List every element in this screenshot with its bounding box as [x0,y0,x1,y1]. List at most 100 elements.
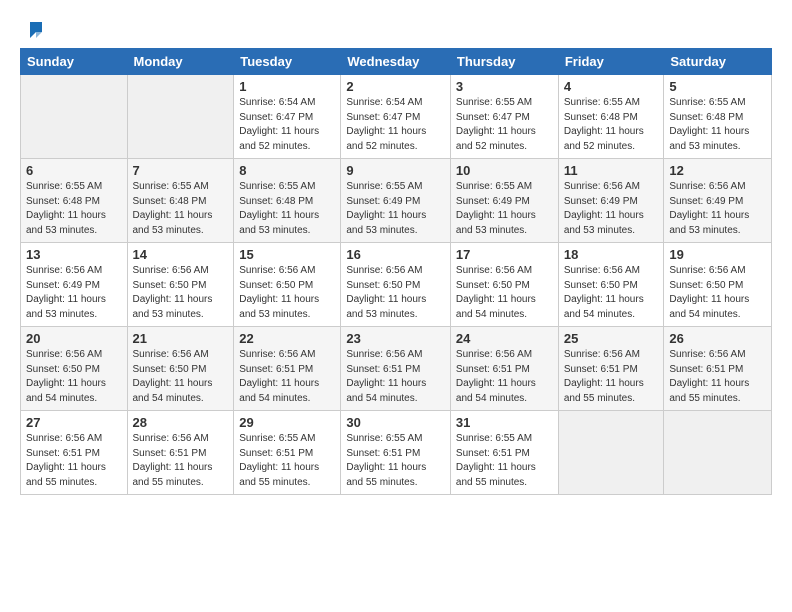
day-number: 25 [564,331,659,346]
day-number: 8 [239,163,335,178]
day-number: 24 [456,331,553,346]
header-row: SundayMondayTuesdayWednesdayThursdayFrid… [21,49,772,75]
calendar-cell: 6 Sunrise: 6:55 AM Sunset: 6:48 PM Daylig… [21,159,128,243]
day-info: Sunrise: 6:56 AM Sunset: 6:51 PM Dayligh… [133,432,229,490]
day-info: Sunrise: 6:56 AM Sunset: 6:50 PM Dayligh… [26,348,122,406]
calendar-cell: 31 Sunrise: 6:55 AM Sunset: 6:51 PM Dayli… [450,411,558,495]
calendar-cell: 29 Sunrise: 6:55 AM Sunset: 6:51 PM Dayli… [234,411,341,495]
day-number: 29 [239,415,335,430]
day-number: 18 [564,247,659,262]
calendar-cell: 2 Sunrise: 6:54 AM Sunset: 6:47 PM Daylig… [341,75,451,159]
page: SundayMondayTuesdayWednesdayThursdayFrid… [0,0,792,612]
day-info: Sunrise: 6:56 AM Sunset: 6:50 PM Dayligh… [239,264,335,322]
day-info: Sunrise: 6:54 AM Sunset: 6:47 PM Dayligh… [239,96,335,154]
col-header-wednesday: Wednesday [341,49,451,75]
day-info: Sunrise: 6:55 AM Sunset: 6:49 PM Dayligh… [346,180,445,238]
day-number: 13 [26,247,122,262]
day-number: 23 [346,331,445,346]
day-number: 11 [564,163,659,178]
day-info: Sunrise: 6:56 AM Sunset: 6:51 PM Dayligh… [239,348,335,406]
col-header-thursday: Thursday [450,49,558,75]
calendar-cell: 19 Sunrise: 6:56 AM Sunset: 6:50 PM Dayli… [664,243,772,327]
day-number: 27 [26,415,122,430]
day-number: 28 [133,415,229,430]
calendar-cell: 26Sunrise: 6:56 AM Sunset: 6:51 PM Dayli… [664,327,772,411]
calendar-cell: 20 Sunrise: 6:56 AM Sunset: 6:50 PM Dayli… [21,327,128,411]
day-info: Sunrise: 6:54 AM Sunset: 6:47 PM Dayligh… [346,96,445,154]
col-header-monday: Monday [127,49,234,75]
week-row-2: 6 Sunrise: 6:55 AM Sunset: 6:48 PM Daylig… [21,159,772,243]
calendar-cell: 30 Sunrise: 6:55 AM Sunset: 6:51 PM Dayli… [341,411,451,495]
day-info: Sunrise: 6:55 AM Sunset: 6:47 PM Dayligh… [456,96,553,154]
calendar-cell: 18Sunrise: 6:56 AM Sunset: 6:50 PM Dayli… [558,243,664,327]
day-info: Sunrise: 6:56 AM Sunset: 6:51 PM Dayligh… [26,432,122,490]
col-header-sunday: Sunday [21,49,128,75]
calendar-cell: 11 Sunrise: 6:56 AM Sunset: 6:49 PM Dayli… [558,159,664,243]
day-info: Sunrise: 6:56 AM Sunset: 6:50 PM Dayligh… [133,348,229,406]
day-number: 5 [669,79,766,94]
calendar-cell: 7 Sunrise: 6:55 AM Sunset: 6:48 PM Daylig… [127,159,234,243]
day-number: 31 [456,415,553,430]
day-info: Sunrise: 6:55 AM Sunset: 6:48 PM Dayligh… [564,96,659,154]
col-header-tuesday: Tuesday [234,49,341,75]
col-header-saturday: Saturday [664,49,772,75]
calendar-table: SundayMondayTuesdayWednesdayThursdayFrid… [20,48,772,495]
day-info: Sunrise: 6:56 AM Sunset: 6:50 PM Dayligh… [456,264,553,322]
calendar-cell: 9 Sunrise: 6:55 AM Sunset: 6:49 PM Daylig… [341,159,451,243]
week-row-4: 20 Sunrise: 6:56 AM Sunset: 6:50 PM Dayli… [21,327,772,411]
day-info: Sunrise: 6:55 AM Sunset: 6:51 PM Dayligh… [346,432,445,490]
calendar-cell: 13 Sunrise: 6:56 AM Sunset: 6:49 PM Dayli… [21,243,128,327]
day-info: Sunrise: 6:56 AM Sunset: 6:50 PM Dayligh… [669,264,766,322]
calendar-cell: 16 Sunrise: 6:56 AM Sunset: 6:50 PM Dayli… [341,243,451,327]
week-row-3: 13 Sunrise: 6:56 AM Sunset: 6:49 PM Dayli… [21,243,772,327]
day-info: Sunrise: 6:55 AM Sunset: 6:48 PM Dayligh… [26,180,122,238]
day-number: 6 [26,163,122,178]
day-number: 10 [456,163,553,178]
calendar-cell: 23 Sunrise: 6:56 AM Sunset: 6:51 PM Dayli… [341,327,451,411]
day-number: 14 [133,247,229,262]
day-number: 17 [456,247,553,262]
day-info: Sunrise: 6:55 AM Sunset: 6:48 PM Dayligh… [133,180,229,238]
day-info: Sunrise: 6:56 AM Sunset: 6:51 PM Dayligh… [669,348,766,406]
calendar-cell: 24Sunrise: 6:56 AM Sunset: 6:51 PM Dayli… [450,327,558,411]
day-info: Sunrise: 6:56 AM Sunset: 6:51 PM Dayligh… [346,348,445,406]
calendar-cell: 21 Sunrise: 6:56 AM Sunset: 6:50 PM Dayli… [127,327,234,411]
day-info: Sunrise: 6:55 AM Sunset: 6:48 PM Dayligh… [239,180,335,238]
calendar-cell: 4 Sunrise: 6:55 AM Sunset: 6:48 PM Daylig… [558,75,664,159]
calendar-cell: 28 Sunrise: 6:56 AM Sunset: 6:51 PM Dayli… [127,411,234,495]
day-info: Sunrise: 6:56 AM Sunset: 6:49 PM Dayligh… [26,264,122,322]
calendar-cell: 3 Sunrise: 6:55 AM Sunset: 6:47 PM Daylig… [450,75,558,159]
calendar-cell: 12Sunrise: 6:56 AM Sunset: 6:49 PM Dayli… [664,159,772,243]
day-number: 20 [26,331,122,346]
day-number: 1 [239,79,335,94]
logo [20,18,44,36]
day-number: 15 [239,247,335,262]
day-info: Sunrise: 6:56 AM Sunset: 6:50 PM Dayligh… [346,264,445,322]
calendar-cell: 27 Sunrise: 6:56 AM Sunset: 6:51 PM Dayli… [21,411,128,495]
day-number: 4 [564,79,659,94]
header [20,18,772,36]
day-info: Sunrise: 6:55 AM Sunset: 6:51 PM Dayligh… [239,432,335,490]
day-number: 3 [456,79,553,94]
calendar-cell: 8 Sunrise: 6:55 AM Sunset: 6:48 PM Daylig… [234,159,341,243]
week-row-1: 1 Sunrise: 6:54 AM Sunset: 6:47 PM Daylig… [21,75,772,159]
day-number: 9 [346,163,445,178]
day-number: 22 [239,331,335,346]
day-number: 21 [133,331,229,346]
day-number: 30 [346,415,445,430]
day-number: 12 [669,163,766,178]
logo-icon [22,18,44,40]
calendar-cell [127,75,234,159]
calendar-cell: 25 Sunrise: 6:56 AM Sunset: 6:51 PM Dayli… [558,327,664,411]
day-number: 7 [133,163,229,178]
calendar-cell: 15 Sunrise: 6:56 AM Sunset: 6:50 PM Dayli… [234,243,341,327]
day-info: Sunrise: 6:55 AM Sunset: 6:49 PM Dayligh… [456,180,553,238]
day-info: Sunrise: 6:56 AM Sunset: 6:49 PM Dayligh… [564,180,659,238]
calendar-cell: 5Sunrise: 6:55 AM Sunset: 6:48 PM Daylig… [664,75,772,159]
calendar-cell: 17 Sunrise: 6:56 AM Sunset: 6:50 PM Dayli… [450,243,558,327]
day-number: 2 [346,79,445,94]
day-info: Sunrise: 6:55 AM Sunset: 6:51 PM Dayligh… [456,432,553,490]
day-number: 16 [346,247,445,262]
day-number: 19 [669,247,766,262]
day-info: Sunrise: 6:56 AM Sunset: 6:51 PM Dayligh… [564,348,659,406]
